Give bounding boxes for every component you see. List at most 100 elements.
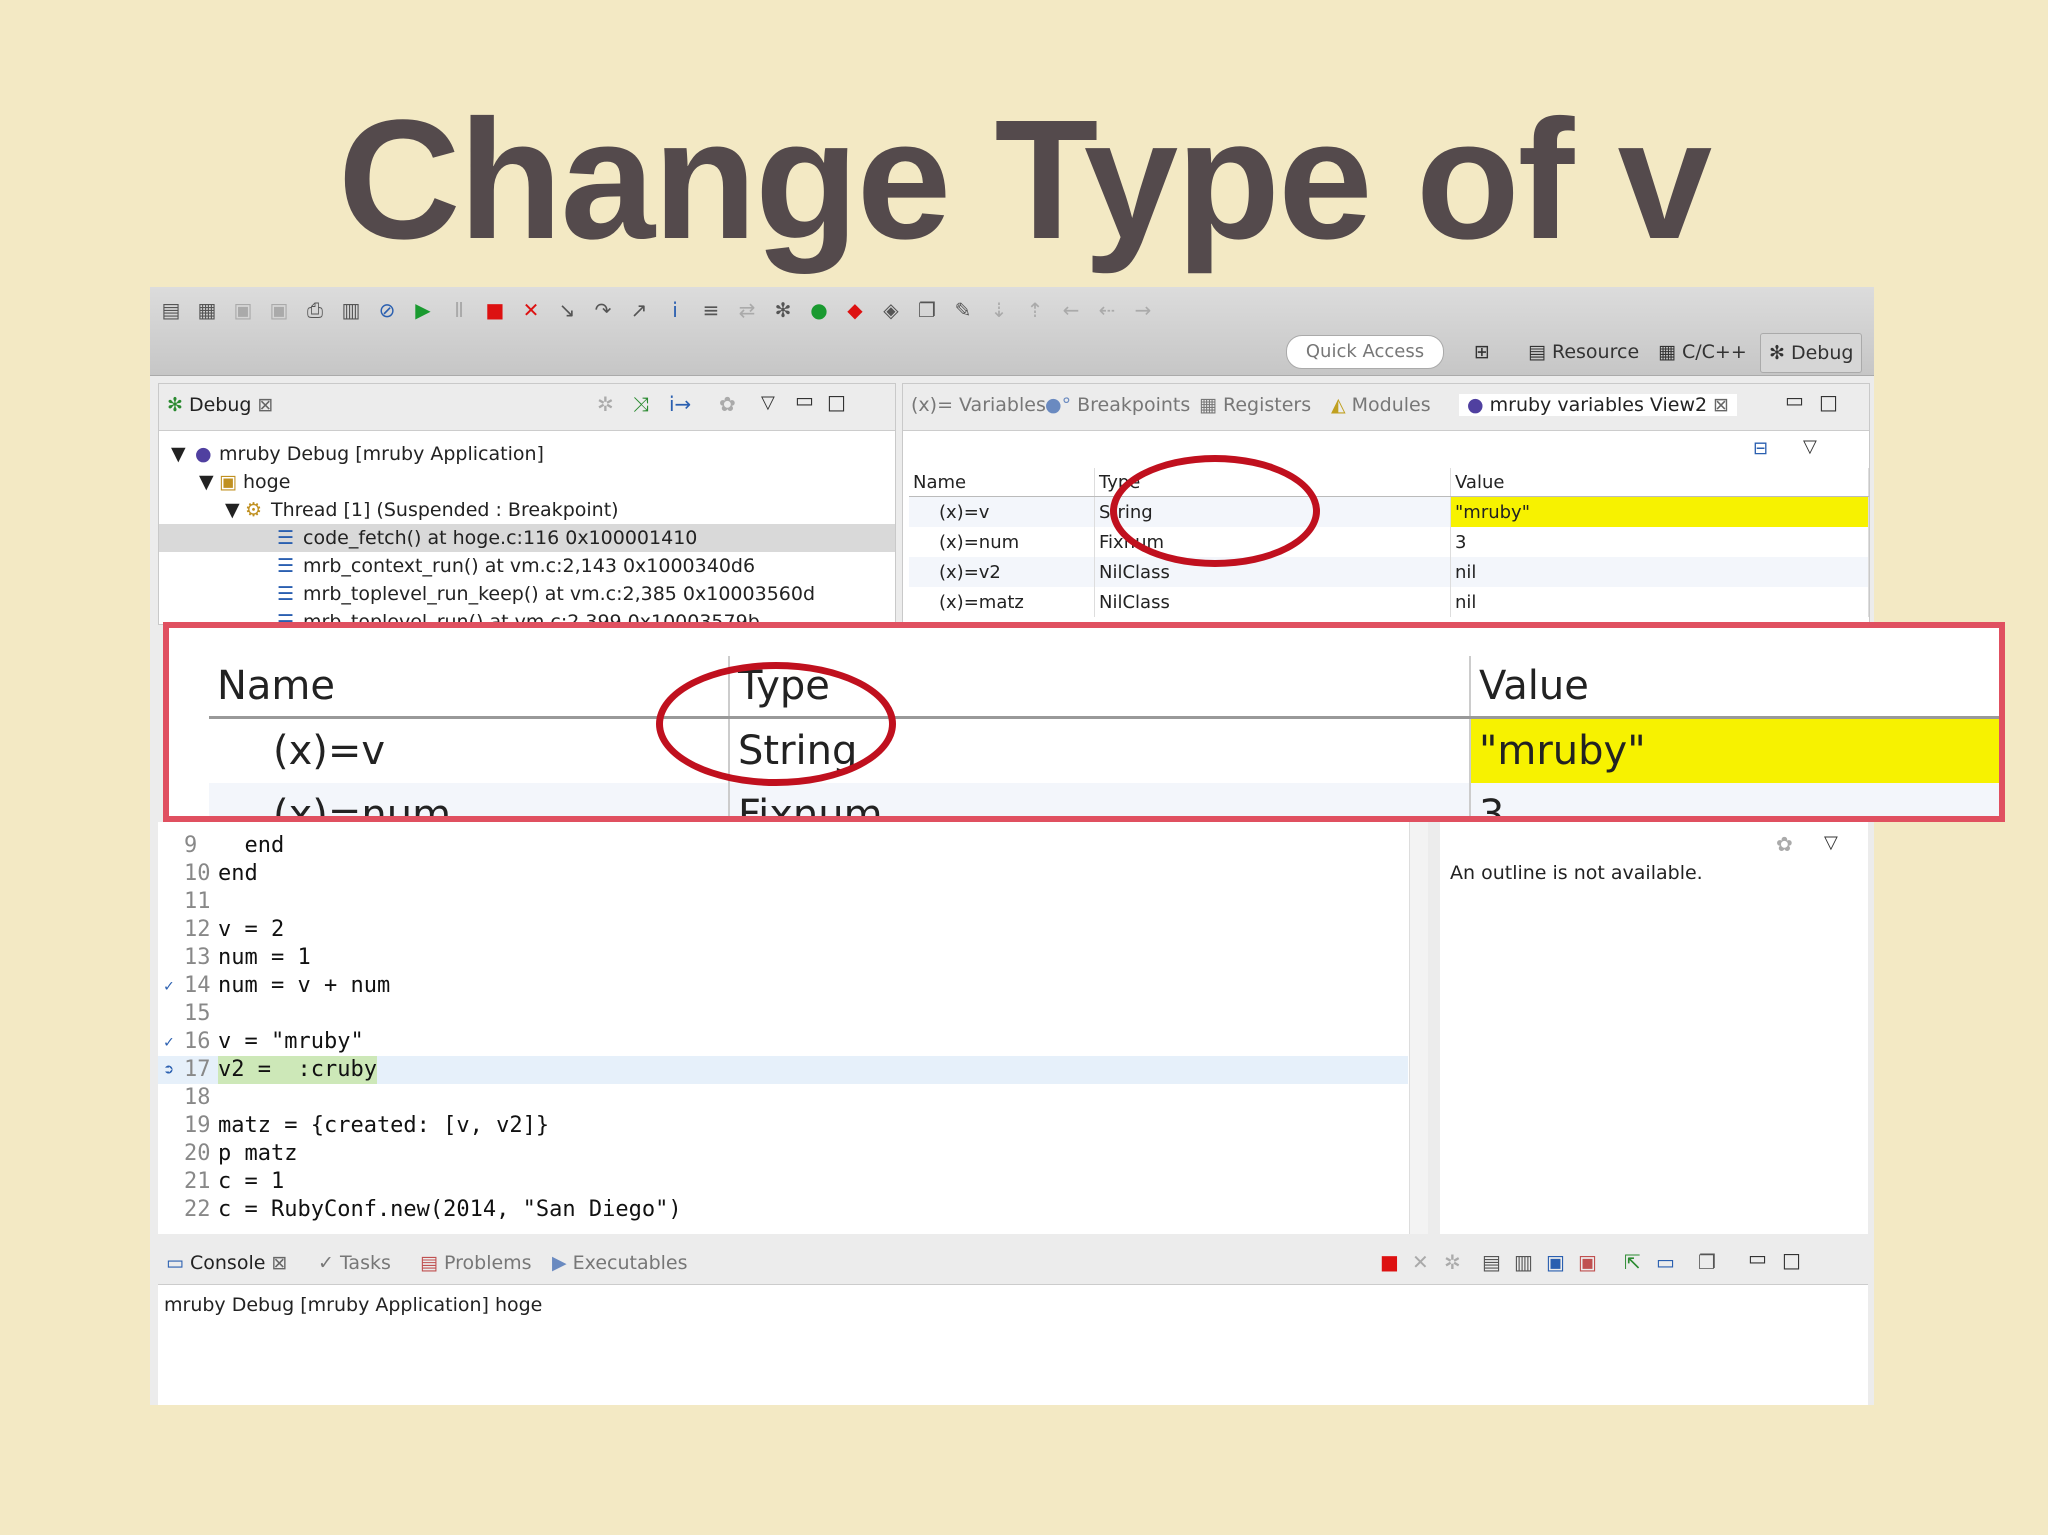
tree-node-frame[interactable]: ☰ code_fetch() at hoge.c:116 0x100001410 — [159, 524, 895, 552]
annotation-icon[interactable]: ⇣ — [986, 297, 1012, 323]
expand-arrow-icon[interactable]: ▼ — [171, 440, 186, 468]
tree-node-label: mrb_toplevel_run_keep() at vm.c:2,385 0x… — [303, 583, 816, 605]
column-header-value[interactable]: Value — [1450, 468, 1869, 497]
minimize-icon[interactable]: ▭ — [795, 388, 814, 412]
tab-tasks[interactable]: ✓ Tasks — [318, 1252, 391, 1274]
outline-toolbar-icon[interactable]: ✿ — [1776, 832, 1793, 856]
save-icon[interactable]: ▣ — [230, 297, 256, 323]
debug-icon[interactable]: ✻ — [770, 297, 796, 323]
remove-all-icon[interactable]: ✲ — [1444, 1250, 1461, 1274]
tab-modules[interactable]: ◭ Modules — [1331, 394, 1431, 416]
clear-console-icon[interactable]: ▤ — [1482, 1250, 1501, 1274]
tree-node-frame[interactable]: ☰ mrb_context_run() at vm.c:2,143 0x10003… — [159, 552, 895, 580]
view-menu-icon[interactable]: ▽ — [761, 392, 775, 413]
perspective-cpp[interactable]: ▦ C/C++ — [1650, 333, 1755, 371]
binary-icon[interactable]: ▥ — [338, 297, 364, 323]
tab-executables[interactable]: ▶ Executables — [552, 1252, 688, 1274]
variable-name: (x)=num — [209, 783, 730, 816]
remove-terminated-icon[interactable]: ✲ — [597, 392, 614, 416]
tab-problems[interactable]: ▤ Problems — [420, 1252, 532, 1274]
run-icon[interactable]: ● — [806, 297, 832, 323]
close-icon[interactable]: ⊠ — [1713, 394, 1729, 416]
search-icon[interactable]: ✎ — [950, 297, 976, 323]
new-project-icon[interactable]: ▦ — [194, 297, 220, 323]
display-console-icon[interactable]: ▭ — [1656, 1250, 1675, 1274]
code-line: 13 num = 1 — [158, 944, 1408, 972]
code-editor[interactable]: 9 end 10 end 11 12 v = 2 13 num = 1 ✓ 14 num … — [158, 822, 1428, 1234]
collapse-all-icon[interactable]: ⊟ — [1753, 438, 1768, 459]
minimize-icon[interactable]: ▭ — [1785, 388, 1804, 412]
tab-registers[interactable]: ▦ Registers — [1199, 394, 1311, 416]
maximize-icon[interactable]: □ — [1782, 1248, 1801, 1272]
maximize-icon[interactable]: □ — [1819, 390, 1838, 414]
editor-scrollbar[interactable] — [1409, 822, 1428, 1234]
skip-breakpoints-icon[interactable]: ⊘ — [374, 297, 400, 323]
minimize-icon[interactable]: ▭ — [1748, 1246, 1767, 1270]
table-row[interactable]: (x)=matz NilClass nil — [909, 587, 1869, 617]
group-icon[interactable]: ✿ — [719, 392, 736, 416]
close-icon[interactable]: ⊠ — [271, 1252, 287, 1274]
open-console-icon[interactable]: ❐ — [1698, 1250, 1716, 1274]
new-icon[interactable]: ▤ — [158, 297, 184, 323]
tab-debug[interactable]: ✻ Debug ⊠ — [167, 394, 273, 416]
resume-icon[interactable]: ▶ — [410, 297, 436, 323]
show-on-error-icon[interactable]: ▣ — [1578, 1250, 1597, 1274]
step-return-icon[interactable]: ↗ — [626, 297, 652, 323]
breakpoint-icon[interactable]: ✓ — [164, 972, 174, 1000]
variable-value[interactable]: 3 — [1450, 527, 1869, 557]
terminate-icon[interactable]: ■ — [482, 297, 508, 323]
tree-node-frame[interactable]: ☰ mrb_toplevel_run_keep() at vm.c:2,385 0… — [159, 580, 895, 608]
table-row[interactable]: (x)=num Fixnum 3 — [909, 527, 1869, 557]
tree-node-process[interactable]: ▼ ▣ hoge — [159, 468, 895, 496]
perspective-resource[interactable]: ▤ Resource — [1520, 333, 1647, 371]
scroll-lock-icon[interactable]: ▥ — [1514, 1250, 1533, 1274]
tab-console[interactable]: ▭ Console ⊠ — [166, 1252, 287, 1274]
instruction-step-icon[interactable]: i — [662, 297, 688, 323]
drop-frame-icon[interactable]: ≡ — [698, 297, 724, 323]
print-icon[interactable]: ⎙ — [302, 297, 328, 323]
open-type-icon[interactable]: ◈ — [878, 297, 904, 323]
view-menu-icon[interactable]: ▽ — [1803, 436, 1817, 457]
tab-breakpoints[interactable]: ●° Breakpoints — [1045, 394, 1190, 416]
variable-value[interactable]: "mruby" — [1450, 496, 1869, 527]
forward-icon[interactable]: → — [1130, 297, 1156, 323]
tab-variables[interactable]: (x)= Variables — [911, 394, 1046, 416]
expand-arrow-icon[interactable]: ▼ — [225, 496, 240, 524]
quick-access-field[interactable]: Quick Access — [1286, 335, 1444, 369]
tree-node-thread[interactable]: ▼ ⚙ Thread [1] (Suspended : Breakpoint) — [159, 496, 895, 524]
back-history-icon[interactable]: ⇠ — [1094, 297, 1120, 323]
open-folder-icon[interactable]: ❐ — [914, 297, 940, 323]
breakpoint-icon[interactable]: ✓ — [164, 1028, 174, 1056]
save-all-icon[interactable]: ▣ — [266, 297, 292, 323]
disconnect-icon[interactable]: ✕ — [518, 297, 544, 323]
step-over-icon[interactable]: ↷ — [590, 297, 616, 323]
show-on-output-icon[interactable]: ▣ — [1546, 1250, 1565, 1274]
table-header-row: Name Type Value — [909, 468, 1869, 497]
suspend-icon[interactable]: Ⅱ — [446, 297, 472, 323]
view-menu-icon[interactable]: ▽ — [1824, 832, 1838, 853]
use-step-filters-icon[interactable]: ⇄ — [734, 297, 760, 323]
pin-console-icon[interactable]: ⇱ — [1624, 1250, 1641, 1274]
table-row[interactable]: (x)=v2 NilClass nil — [909, 557, 1869, 587]
tab-variables-label: Variables — [959, 394, 1046, 416]
external-tools-icon[interactable]: ◆ — [842, 297, 868, 323]
maximize-icon[interactable]: □ — [827, 390, 846, 414]
step-into-icon[interactable]: ↘ — [554, 297, 580, 323]
tab-mruby-variables[interactable]: ● mruby variables View2 ⊠ — [1459, 394, 1738, 416]
terminate-icon[interactable]: ■ — [1380, 1250, 1399, 1274]
close-icon[interactable]: ⊠ — [258, 394, 274, 416]
table-row[interactable]: (x)=v String "mruby" — [909, 496, 1869, 527]
open-perspective-icon[interactable]: ⊞ — [1466, 333, 1498, 371]
connect-icon[interactable]: ⤨ — [633, 392, 649, 416]
variable-value[interactable]: nil — [1450, 587, 1869, 617]
instruction-stepping-icon[interactable]: i→ — [669, 392, 691, 416]
perspective-debug[interactable]: ✻ Debug — [1760, 333, 1863, 373]
variable-value[interactable]: nil — [1450, 557, 1869, 587]
variable-type: NilClass — [1094, 557, 1451, 587]
tree-node-launch[interactable]: ▼ ● mruby Debug [mruby Application] — [159, 440, 895, 468]
expand-arrow-icon[interactable]: ▼ — [199, 468, 214, 496]
column-header-name[interactable]: Name — [909, 468, 1095, 497]
back-icon[interactable]: ← — [1058, 297, 1084, 323]
previous-annotation-icon[interactable]: ⇡ — [1022, 297, 1048, 323]
remove-launch-icon[interactable]: ✕ — [1412, 1250, 1429, 1274]
